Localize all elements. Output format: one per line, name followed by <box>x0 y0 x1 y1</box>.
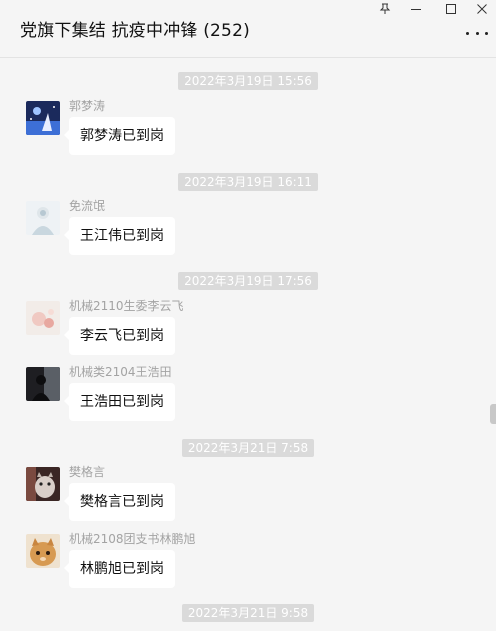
chat-header: 党旗下集结 抗疫中冲锋 (252) <box>0 0 496 58</box>
message-bubble[interactable]: 樊格言已到岗 <box>64 483 175 521</box>
message-list[interactable]: 2022年3月19日 15:56 郭梦涛 郭梦涛已到岗 2022年3月19日 1… <box>0 58 496 631</box>
timestamp: 2022年3月19日 17:56 <box>0 270 496 290</box>
sender-name: 免流氓 <box>69 199 106 213</box>
avatar[interactable] <box>26 467 60 501</box>
avatar[interactable] <box>26 101 60 135</box>
avatar[interactable] <box>26 301 60 335</box>
sender-name: 机械类2104王浩田 <box>69 365 172 379</box>
avatar[interactable] <box>26 534 60 568</box>
sender-name: 郭梦涛 <box>69 99 106 113</box>
maximize-icon[interactable] <box>440 0 462 18</box>
message-item: 郭梦涛 郭梦涛已到岗 <box>26 99 466 161</box>
message-item: 免流氓 王江伟已到岗 <box>26 199 466 261</box>
timestamp: 2022年3月21日 9:58 <box>0 602 496 622</box>
more-icon[interactable] <box>466 26 488 40</box>
message-bubble[interactable]: 林鹏旭已到岗 <box>64 550 175 588</box>
close-icon[interactable] <box>471 0 493 18</box>
sender-name: 机械2108团支书林鹏旭 <box>69 532 196 546</box>
timestamp: 2022年3月19日 16:11 <box>0 171 496 191</box>
avatar[interactable] <box>26 201 60 235</box>
pin-icon[interactable] <box>374 0 396 18</box>
avatar[interactable] <box>26 367 60 401</box>
minimize-icon[interactable] <box>405 0 427 18</box>
message-bubble[interactable]: 李云飞已到岗 <box>64 317 175 355</box>
chat-title: 党旗下集结 抗疫中冲锋 (252) <box>20 21 250 41</box>
message-item: 机械类2104王浩田 王浩田已到岗 <box>26 365 466 427</box>
message-bubble[interactable]: 王江伟已到岗 <box>64 217 175 255</box>
message-item: 樊格言 樊格言已到岗 <box>26 465 466 527</box>
timestamp: 2022年3月19日 15:56 <box>0 70 496 90</box>
scrollbar-thumb[interactable] <box>490 404 496 424</box>
sender-name: 樊格言 <box>69 465 106 479</box>
timestamp: 2022年3月21日 7:58 <box>0 437 496 457</box>
message-bubble[interactable]: 郭梦涛已到岗 <box>64 117 175 155</box>
message-item: 机械2108团支书林鹏旭 林鹏旭已到岗 <box>26 532 466 594</box>
message-bubble[interactable]: 王浩田已到岗 <box>64 383 175 421</box>
sender-name: 机械2110生委李云飞 <box>69 299 184 313</box>
message-item: 机械2110生委李云飞 李云飞已到岗 <box>26 299 466 361</box>
